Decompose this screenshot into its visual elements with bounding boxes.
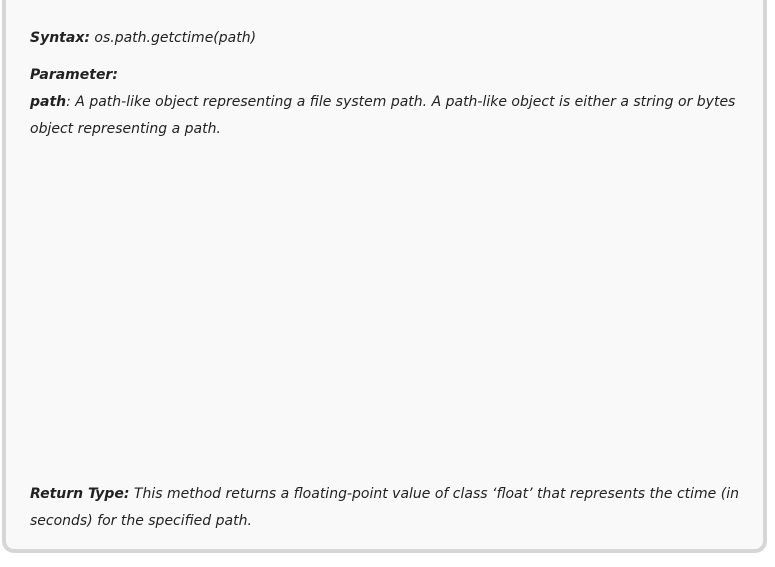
syntax-label: Syntax:	[30, 30, 90, 46]
return-type-label: Return Type:	[30, 486, 130, 502]
documentation-card: Syntax: os.path.getctime(path) Parameter…	[2, 0, 767, 553]
parameter-name: path	[30, 94, 67, 110]
parameter-heading: Parameter:	[30, 67, 118, 83]
return-type-description: This method returns a floating-point val…	[30, 486, 739, 529]
syntax-value: os.path.getctime(path)	[89, 30, 257, 46]
syntax-line: Syntax: os.path.getctime(path)	[30, 25, 743, 52]
parameter-description-block: path: A path-like object representing a …	[30, 89, 743, 143]
return-type-block: Return Type: This method returns a float…	[30, 481, 743, 535]
parameter-description: : A path-like object representing a file…	[30, 94, 736, 137]
